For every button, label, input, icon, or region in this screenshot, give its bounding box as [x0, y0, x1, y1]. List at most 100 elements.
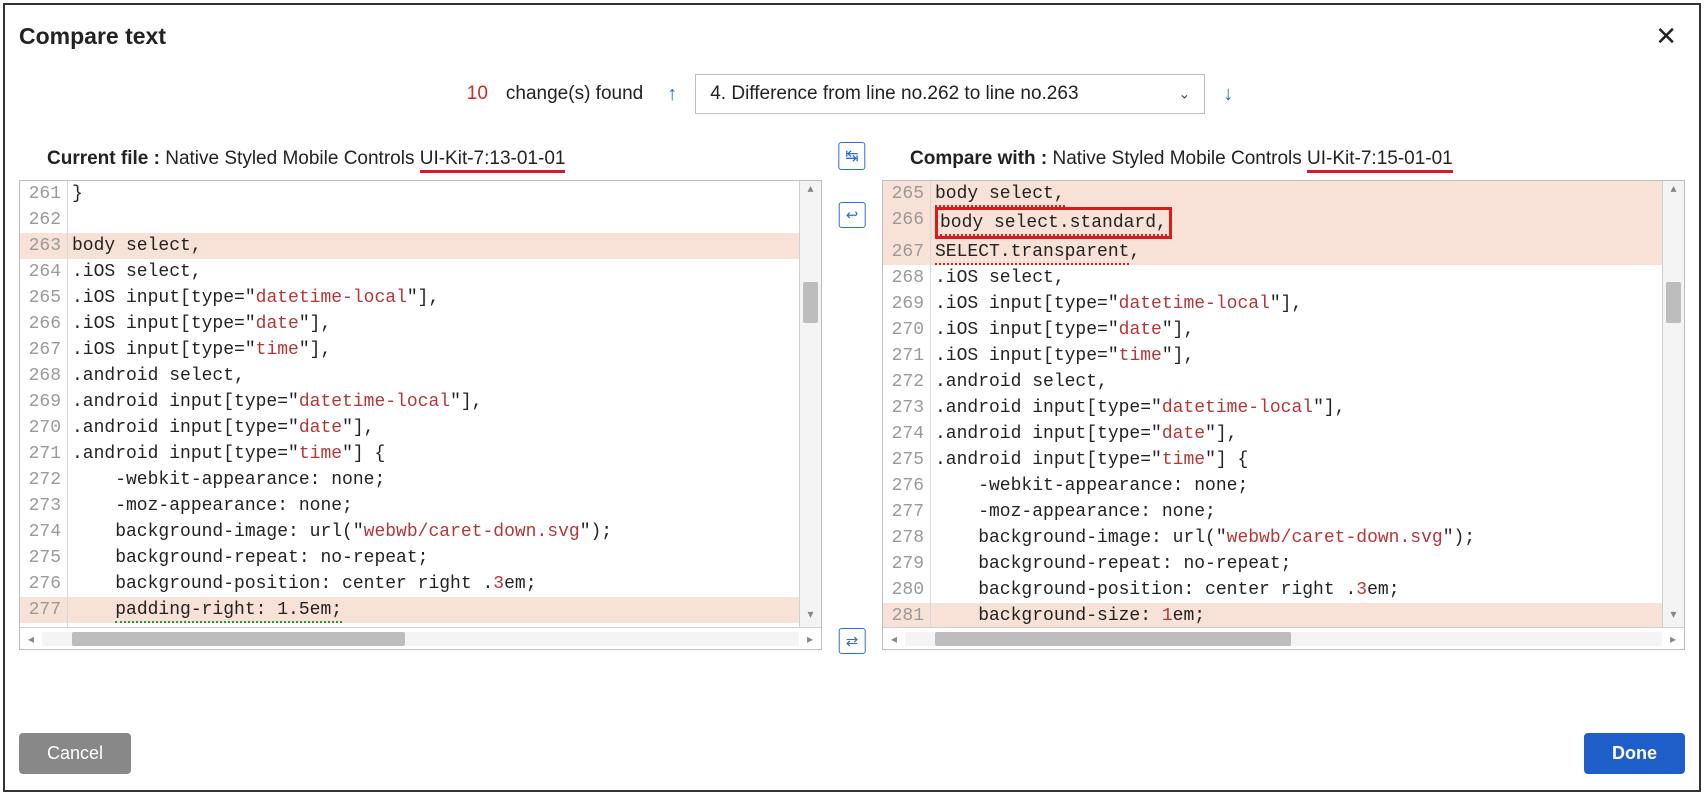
line-content: SELECT.transparent, — [931, 239, 1684, 265]
scroll-thumb[interactable] — [935, 632, 1291, 646]
right-horizontal-scrollbar[interactable]: ◂ ▸ — [883, 627, 1684, 649]
scroll-down-icon[interactable]: ▾ — [800, 607, 821, 627]
right-prefix: Compare with : — [910, 148, 1047, 169]
line-number: 271 — [20, 441, 68, 467]
line-content: .android input[type="time"] { — [68, 441, 821, 467]
diff-toolbar: 10 change(s) found ↑ 4. Difference from … — [19, 74, 1685, 114]
line-number: 273 — [20, 493, 68, 519]
line-content: .iOS select, — [68, 259, 821, 285]
line-content: .android input[type="datetime-local"], — [68, 389, 821, 415]
next-diff-button[interactable]: ↓ — [1219, 83, 1237, 106]
line-number: 269 — [883, 291, 931, 317]
line-content: .iOS input[type="date"], — [931, 317, 1684, 343]
right-vertical-scrollbar[interactable]: ▴ ▾ — [1662, 181, 1684, 627]
line-number: 269 — [20, 389, 68, 415]
line-content: .android input[type="date"], — [68, 415, 821, 441]
line-content: .iOS input[type="time"], — [68, 337, 821, 363]
code-line: 272.android select, — [883, 369, 1684, 395]
left-pane-title: Current file : Native Styled Mobile Cont… — [19, 148, 822, 170]
scroll-left-icon[interactable]: ◂ — [883, 632, 905, 646]
scroll-left-icon[interactable]: ◂ — [20, 632, 42, 646]
code-line: 270.android input[type="date"], — [20, 415, 821, 441]
changes-label: change(s) found — [506, 83, 643, 105]
scroll-thumb[interactable] — [1666, 282, 1681, 323]
line-content: .iOS select, — [931, 265, 1684, 291]
diff-dropdown-value: 4. Difference from line no.262 to line n… — [710, 83, 1078, 104]
done-button[interactable]: Done — [1584, 733, 1685, 774]
merge-both-icon[interactable]: ⇄ — [839, 628, 866, 654]
code-line: 272 -webkit-appearance: none; — [20, 467, 821, 493]
line-number: 267 — [20, 337, 68, 363]
push-left-icon[interactable]: ↩ — [839, 202, 866, 228]
line-number: 266 — [883, 207, 931, 239]
line-content: .android input[type="datetime-local"], — [931, 395, 1684, 421]
line-number: 280 — [883, 577, 931, 603]
close-icon[interactable]: ✕ — [1647, 17, 1685, 56]
line-number: 275 — [883, 447, 931, 473]
dialog-footer: Cancel Done — [19, 715, 1685, 774]
swap-panes-icon[interactable]: ↹ — [838, 142, 865, 170]
scroll-thumb[interactable] — [803, 282, 818, 323]
code-line: 278 background-image: url("webwb/caret-d… — [883, 525, 1684, 551]
diff-dropdown[interactable]: 4. Difference from line no.262 to line n… — [695, 74, 1205, 114]
left-horizontal-scrollbar[interactable]: ◂ ▸ — [20, 627, 821, 649]
line-number: 270 — [20, 415, 68, 441]
line-number: 267 — [883, 239, 931, 265]
scroll-up-icon[interactable]: ▴ — [1663, 181, 1684, 201]
line-number: 263 — [20, 233, 68, 259]
code-line: 281 background-size: 1em; — [883, 603, 1684, 627]
changes-count: 10 — [467, 83, 488, 105]
code-line: 273 -moz-appearance: none; — [20, 493, 821, 519]
code-line: 266body select.standard, — [883, 207, 1684, 239]
scroll-thumb[interactable] — [72, 632, 405, 646]
code-line: 265body select, — [883, 181, 1684, 207]
line-content: background-position: center right .3em; — [931, 577, 1684, 603]
line-content: -webkit-appearance: none; — [931, 473, 1684, 499]
line-content: body select.standard, — [931, 207, 1684, 239]
code-line: 262 — [20, 207, 821, 233]
cancel-button[interactable]: Cancel — [19, 733, 131, 774]
code-line: 268.android select, — [20, 363, 821, 389]
line-number: 261 — [20, 181, 68, 207]
code-line: 271.iOS input[type="time"], — [883, 343, 1684, 369]
line-content: .android select, — [68, 363, 821, 389]
right-code-area[interactable]: 265body select,266body select.standard,2… — [883, 181, 1684, 627]
scroll-right-icon[interactable]: ▸ — [799, 632, 821, 646]
code-line: 277 padding-right: 1.5em; — [20, 597, 821, 623]
line-content: background-repeat: no-repeat; — [931, 551, 1684, 577]
line-content: .android input[type="time"] { — [931, 447, 1684, 473]
line-number: 279 — [883, 551, 931, 577]
scroll-right-icon[interactable]: ▸ — [1662, 632, 1684, 646]
code-line: 274.android input[type="date"], — [883, 421, 1684, 447]
line-number: 264 — [20, 259, 68, 285]
line-number: 277 — [20, 597, 68, 623]
scroll-down-icon[interactable]: ▾ — [1663, 607, 1684, 627]
code-line: 267.iOS input[type="time"], — [20, 337, 821, 363]
code-line: 264.iOS select, — [20, 259, 821, 285]
line-content: -moz-appearance: none; — [931, 499, 1684, 525]
line-content: .iOS input[type="date"], — [68, 311, 821, 337]
prev-diff-button[interactable]: ↑ — [663, 83, 681, 106]
line-content: .iOS input[type="datetime-local"], — [931, 291, 1684, 317]
line-number: 274 — [20, 519, 68, 545]
scroll-up-icon[interactable]: ▴ — [800, 181, 821, 201]
code-line: 280 background-position: center right .3… — [883, 577, 1684, 603]
code-line: 276 -webkit-appearance: none; — [883, 473, 1684, 499]
line-number: 262 — [20, 207, 68, 233]
code-line: 269.android input[type="datetime-local"]… — [20, 389, 821, 415]
line-number: 276 — [20, 571, 68, 597]
line-number: 272 — [20, 467, 68, 493]
left-vertical-scrollbar[interactable]: ▴ ▾ — [799, 181, 821, 627]
compare-text-dialog: Compare text ✕ 10 change(s) found ↑ 4. D… — [3, 3, 1701, 792]
dialog-header: Compare text ✕ — [19, 17, 1685, 56]
left-code-area[interactable]: 261}262263body select,264.iOS select,265… — [20, 181, 821, 627]
merge-gutter-icons: ↩ ⇄ — [839, 180, 866, 654]
line-number: 278 — [883, 525, 931, 551]
code-line: 271.android input[type="time"] { — [20, 441, 821, 467]
code-line: 275.android input[type="time"] { — [883, 447, 1684, 473]
line-number: 271 — [883, 343, 931, 369]
right-file-version: UI-Kit-7:15-01-01 — [1307, 148, 1453, 173]
line-content: .android select, — [931, 369, 1684, 395]
code-line: 265.iOS input[type="datetime-local"], — [20, 285, 821, 311]
line-number: 265 — [883, 181, 931, 207]
